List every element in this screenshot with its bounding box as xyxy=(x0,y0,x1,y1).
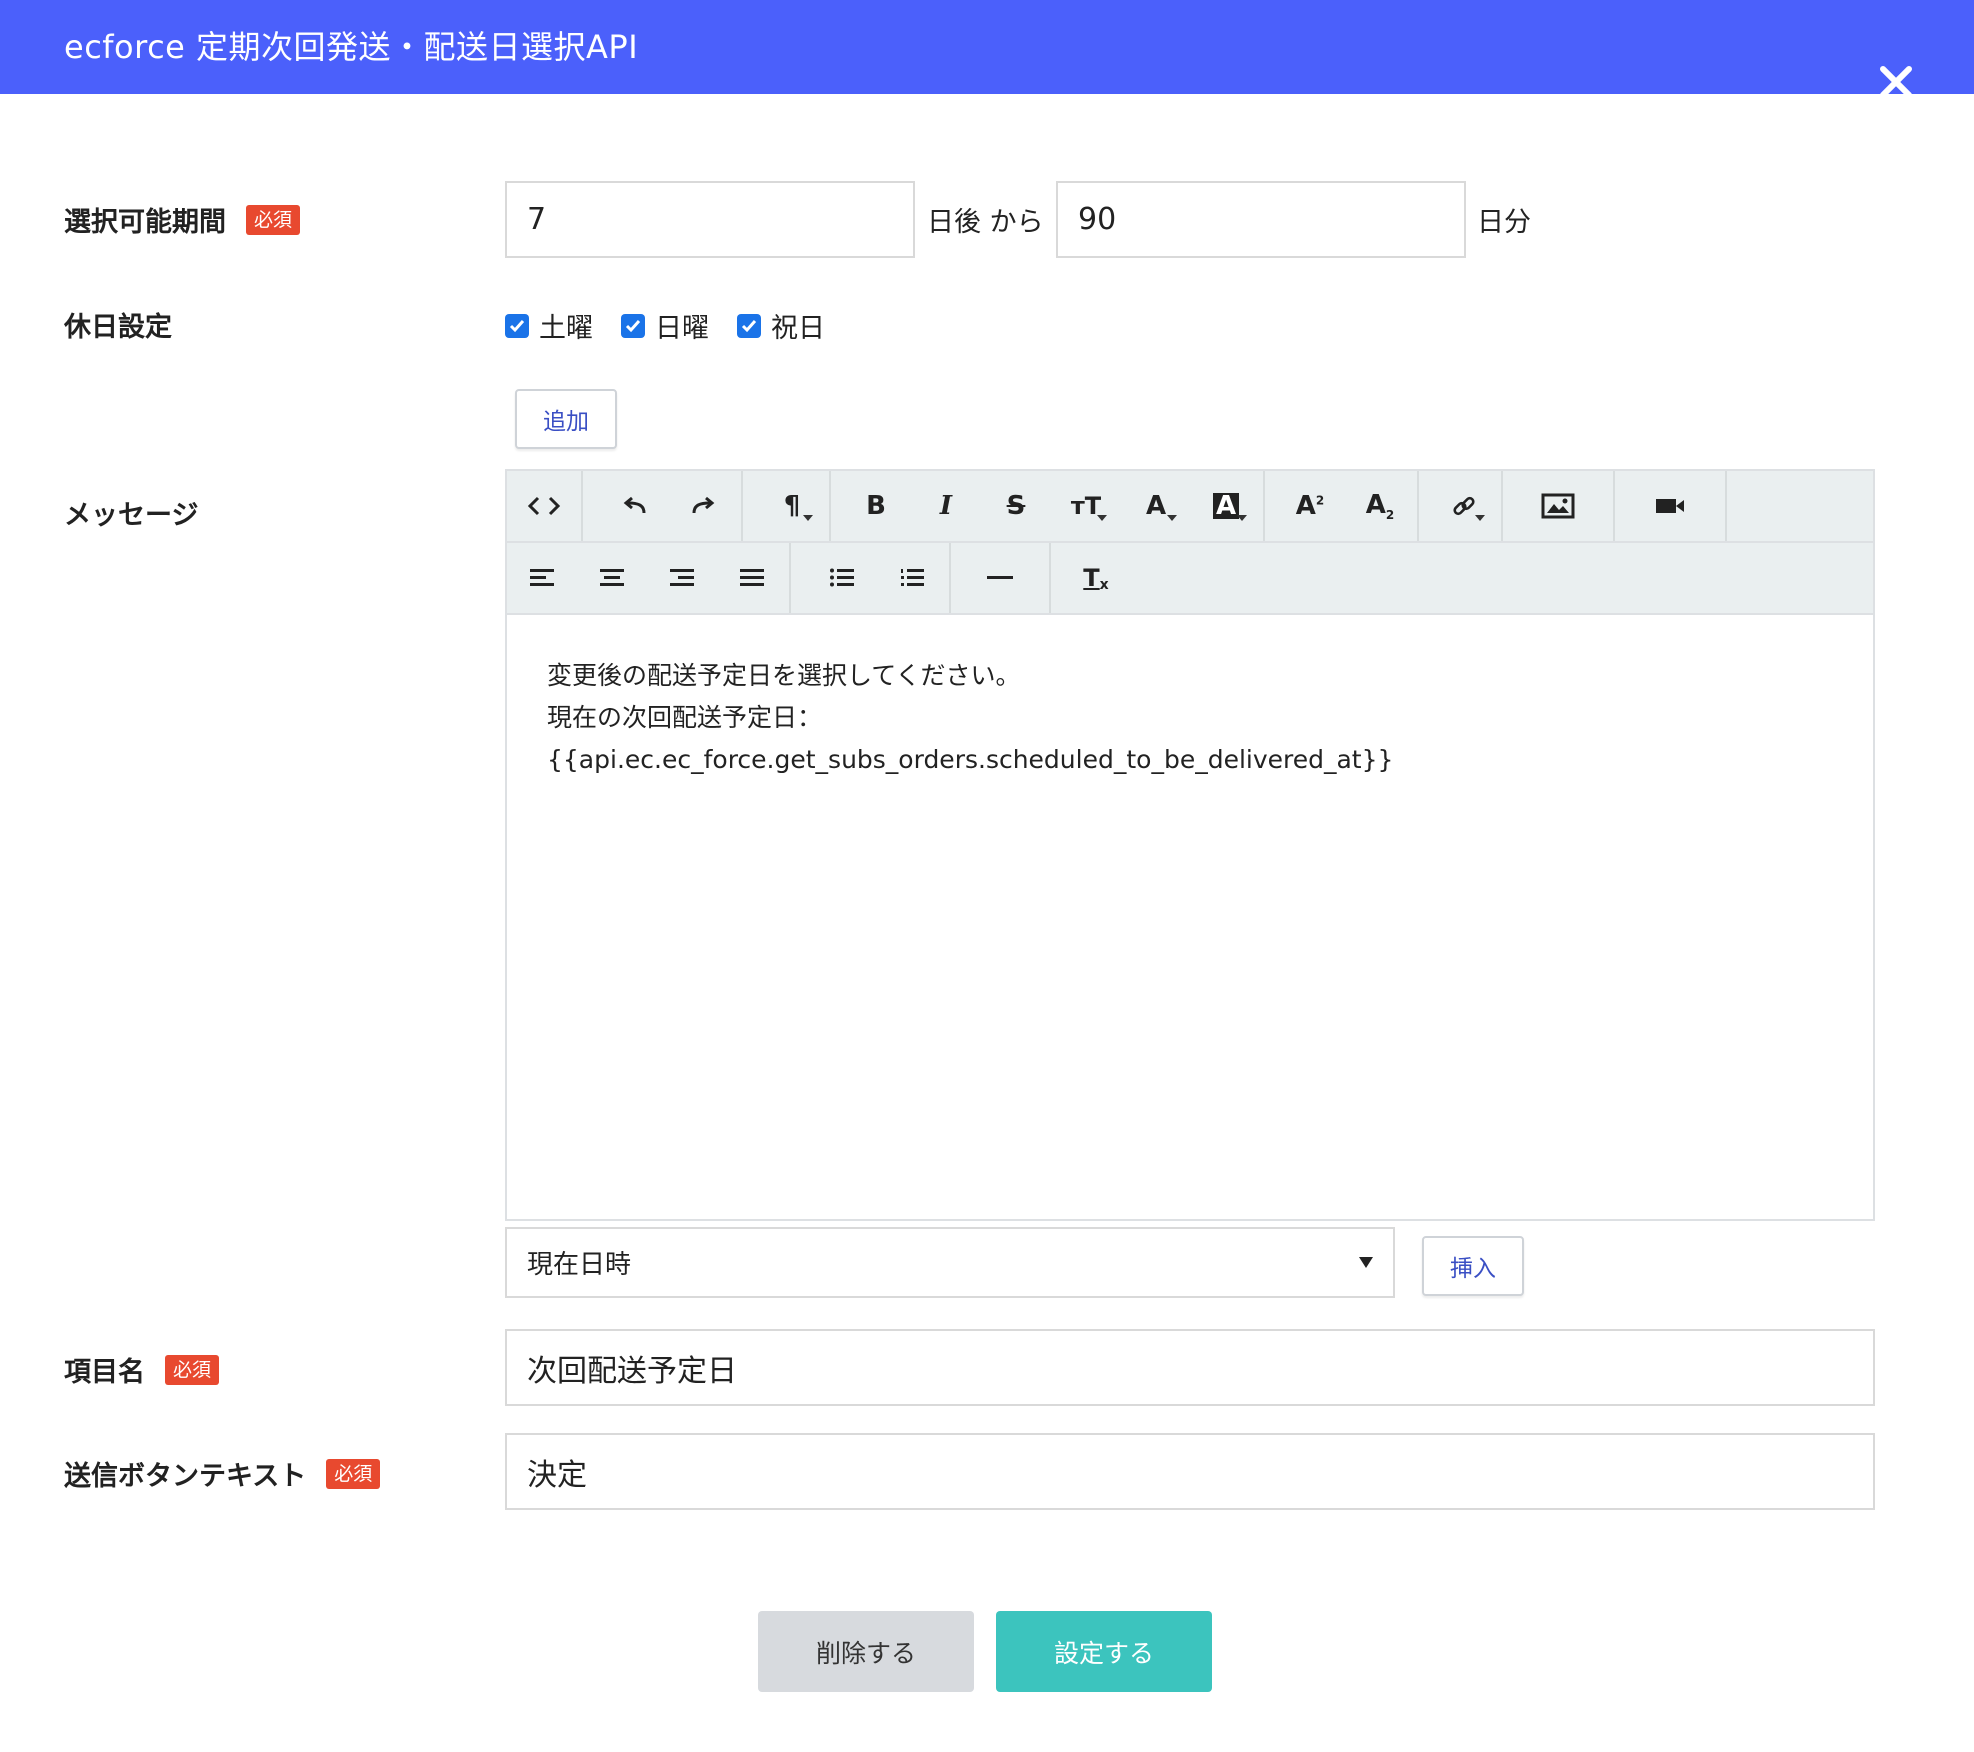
align-right-icon[interactable] xyxy=(647,543,717,613)
period-to-input[interactable]: 90 xyxy=(1056,181,1466,258)
checkbox-label: 祝日 xyxy=(771,313,825,344)
code-view-icon[interactable] xyxy=(509,471,579,541)
editor-line: 変更後の配送予定日を選択してください。 xyxy=(547,661,1021,690)
strikethrough-icon[interactable]: S xyxy=(981,471,1051,541)
period-label: 選択可能期間 xyxy=(64,207,226,238)
save-button[interactable]: 設定する xyxy=(996,1611,1212,1692)
variable-select-value: 現在日時 xyxy=(527,1250,632,1280)
insert-button[interactable]: 挿入 xyxy=(1422,1236,1524,1296)
holiday-checkbox-sunday[interactable]: 日曜 xyxy=(621,306,709,345)
modal-header: ecforce 定期次回発送・配送日選択API xyxy=(0,0,1974,94)
align-justify-icon[interactable] xyxy=(717,543,787,613)
checkbox-checked-icon[interactable] xyxy=(505,313,529,338)
subscript-icon[interactable]: A2 xyxy=(1345,471,1415,541)
required-badge: 必須 xyxy=(326,1458,381,1489)
editor-line: {{api.ec.ec_force.get_subs_orders.schedu… xyxy=(547,745,1394,774)
add-holiday-button[interactable]: 追加 xyxy=(515,389,617,449)
video-icon[interactable] xyxy=(1635,471,1705,541)
editor-content[interactable]: 変更後の配送予定日を選択してください。 現在の次回配送予定日： {{api.ec… xyxy=(507,615,1873,821)
item-name-input[interactable]: 次回配送予定日 xyxy=(505,1329,1875,1406)
close-icon[interactable] xyxy=(1874,60,1918,104)
period-from-input[interactable]: 7 xyxy=(505,181,915,258)
undo-icon[interactable] xyxy=(599,471,669,541)
message-label-row: メッセージ xyxy=(64,493,198,532)
font-size-icon[interactable]: тT xyxy=(1051,471,1121,541)
message-label: メッセージ xyxy=(64,500,199,531)
item-name-label: 項目名 xyxy=(64,1357,145,1388)
submit-text-input[interactable]: 決定 xyxy=(505,1433,1875,1510)
ordered-list-icon[interactable] xyxy=(877,543,947,613)
delete-button[interactable]: 削除する xyxy=(758,1611,974,1692)
clear-format-icon[interactable]: Tx xyxy=(1061,543,1131,613)
unordered-list-icon[interactable] xyxy=(807,543,877,613)
holiday-label-row: 休日設定 xyxy=(64,305,172,344)
period-from-unit: 日後 から xyxy=(927,207,1044,238)
submit-text-label-row: 送信ボタンテキスト 必須 xyxy=(64,1454,381,1493)
item-name-label-row: 項目名 必須 xyxy=(64,1350,220,1389)
holiday-checkbox-group: 土曜 日曜 祝日 xyxy=(505,306,853,345)
holiday-checkbox-saturday[interactable]: 土曜 xyxy=(505,306,593,345)
paragraph-format-icon[interactable]: ¶ xyxy=(757,471,827,541)
text-color-icon[interactable]: A xyxy=(1121,471,1191,541)
holiday-checkbox-holiday[interactable]: 祝日 xyxy=(737,306,825,345)
editor-toolbar-row-2: Tx xyxy=(507,543,1873,615)
checkbox-checked-icon[interactable] xyxy=(621,313,645,338)
link-icon[interactable] xyxy=(1429,471,1499,541)
background-color-icon[interactable]: A xyxy=(1191,471,1261,541)
editor-line: 現在の次回配送予定日： xyxy=(547,703,823,732)
modal-title: ecforce 定期次回発送・配送日選択API xyxy=(64,28,639,66)
horizontal-rule-icon[interactable] xyxy=(965,543,1035,613)
rich-text-editor: ¶ B I S тT A A A2 A2 T x 変更後の配送予定日を選択してく… xyxy=(505,469,1875,1221)
italic-icon[interactable]: I xyxy=(911,471,981,541)
checkbox-checked-icon[interactable] xyxy=(737,313,761,338)
period-to-unit: 日分 xyxy=(1477,207,1531,238)
variable-select[interactable]: 現在日時 xyxy=(505,1227,1395,1298)
bold-icon[interactable]: B xyxy=(841,471,911,541)
required-badge: 必須 xyxy=(165,1354,220,1385)
redo-icon[interactable] xyxy=(669,471,739,541)
align-center-icon[interactable] xyxy=(577,543,647,613)
image-icon[interactable] xyxy=(1523,471,1593,541)
align-left-icon[interactable] xyxy=(507,543,577,613)
checkbox-label: 日曜 xyxy=(655,313,709,344)
period-label-row: 選択可能期間 必須 xyxy=(64,200,301,239)
dropdown-arrow-icon xyxy=(1359,1257,1373,1268)
submit-text-label: 送信ボタンテキスト xyxy=(64,1461,307,1492)
required-badge: 必須 xyxy=(246,204,301,235)
superscript-icon[interactable]: A2 xyxy=(1275,471,1345,541)
holiday-label: 休日設定 xyxy=(64,312,172,343)
checkbox-label: 土曜 xyxy=(539,313,593,344)
editor-toolbar-row-1: ¶ B I S тT A A A2 A2 xyxy=(507,471,1873,543)
